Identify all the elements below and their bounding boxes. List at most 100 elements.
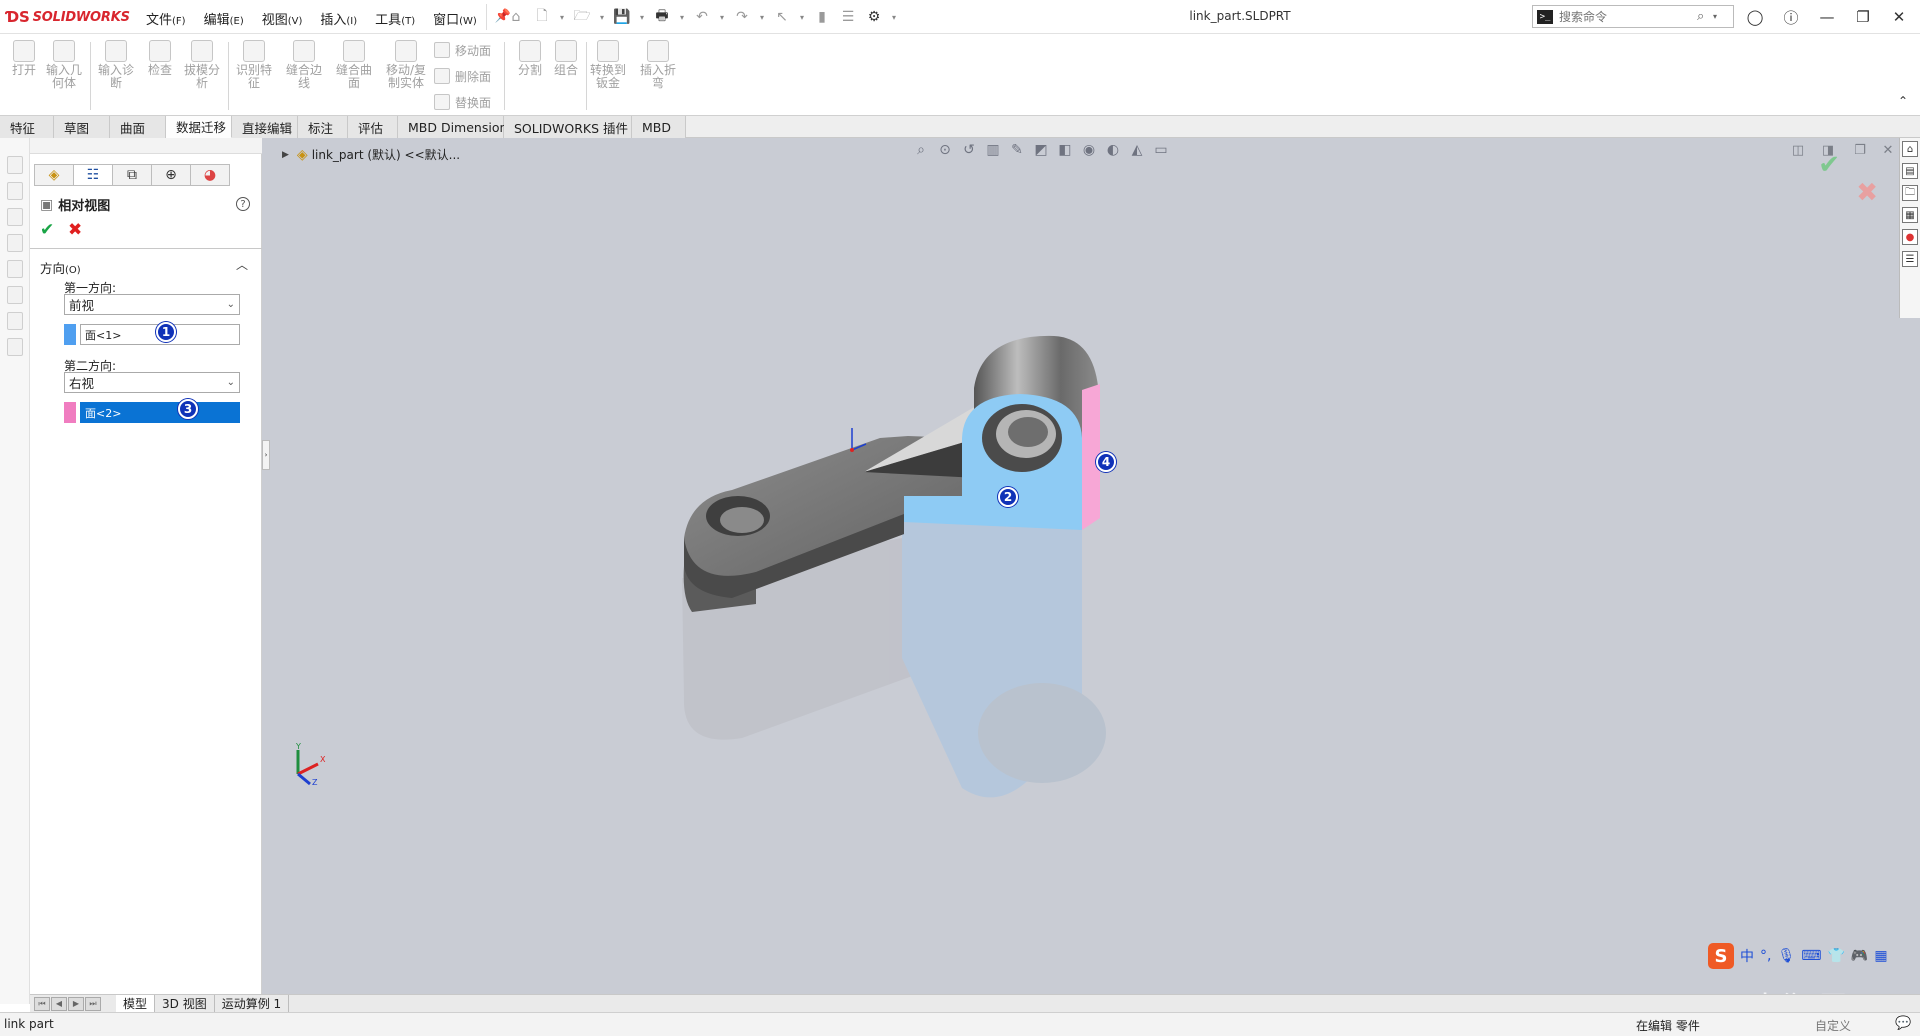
next-tab-icon[interactable]: ▶ [68,996,84,1011]
recognize-features-button[interactable]: 识别特征 [234,40,274,114]
gamepad-icon[interactable]: 🎮 [1851,948,1868,964]
move-face-button[interactable]: 移动面 [434,40,491,60]
design-library-icon[interactable]: ▤ [1902,163,1918,179]
language-toggle[interactable]: 中 [1740,946,1754,966]
tab-evaluate[interactable]: 评估 [348,116,398,138]
tool-icon[interactable] [7,208,23,226]
chevron-down-icon[interactable]: ▾ [1713,12,1729,21]
file-explorer-icon[interactable]: 🗀 [1902,185,1918,201]
chat-bubble-icon[interactable]: 💬 [1895,1016,1911,1031]
delete-face-button[interactable]: 删除面 [434,66,491,86]
keyboard-icon[interactable]: ⌨ [1801,948,1821,964]
cancel-button[interactable]: ✖ [68,220,82,240]
view-palette-icon[interactable]: ▦ [1902,207,1918,223]
menu-tools[interactable]: 工具(T) [367,6,423,28]
dimxpert-manager-tab[interactable]: ⊕ [151,164,191,186]
file-properties-icon[interactable]: ☰ [838,7,858,27]
menu-edit[interactable]: 编辑(E) [196,6,252,28]
direction-section-header[interactable]: 方向(O) [40,258,81,277]
check-button[interactable]: 检查 [140,40,180,114]
menu-file[interactable]: 文件(F) [138,6,194,28]
search-icon[interactable]: ⌕ [1697,9,1713,24]
chevron-down-icon[interactable]: ▾ [758,7,766,27]
knit-surface-button[interactable]: 缝合曲面 [334,40,374,114]
appearances-icon[interactable]: ● [1902,229,1918,245]
tool-icon[interactable] [7,338,23,356]
tool-icon[interactable] [7,286,23,304]
replace-face-button[interactable]: 替换面 [434,92,491,112]
select-cursor-icon[interactable]: ↖ [772,7,792,27]
rebuild-icon[interactable]: ▮ [812,7,832,27]
skin-icon[interactable]: 👕 [1827,948,1844,964]
tab-solidworks-addins[interactable]: SOLIDWORKS 插件 [504,116,632,138]
prev-tab-icon[interactable]: ◀ [51,996,67,1011]
solidworks-logo[interactable]: ƊS SOLIDWORKS [6,7,130,27]
tab-features[interactable]: 特征 [0,116,54,138]
new-document-icon[interactable]: 🗋 [532,7,552,27]
microphone-icon[interactable]: 🎙 [1777,948,1795,964]
tool-icon[interactable] [7,260,23,278]
chevron-down-icon[interactable]: ▾ [798,7,806,27]
import-diagnostics-button[interactable]: 输入诊断 [96,40,136,114]
tab-model[interactable]: 模型 [116,994,156,1013]
graphics-area[interactable]: ▶ ◈ link_part (默认) <<默认... ⌕ ⊙ ↺ ▥ ✎ ◩ ◧… [262,138,1920,1004]
undo-icon[interactable]: ↶ [692,7,712,27]
chevron-down-icon[interactable]: ▾ [718,7,726,27]
second-direction-select[interactable]: 右视 ⌄ [64,372,240,393]
display-manager-tab[interactable]: ◕ [190,164,230,186]
tab-surfaces[interactable]: 曲面 [110,116,166,138]
chevron-down-icon[interactable]: ▾ [558,7,566,27]
user-account-icon[interactable]: ◯ [1738,4,1772,30]
tab-mbd[interactable]: MBD [632,116,686,138]
tab-3d-view[interactable]: 3D 视图 [155,994,215,1013]
minimize-button[interactable]: — [1810,4,1844,30]
search-command-box[interactable]: >_ ⌕ ▾ [1532,5,1734,28]
tab-mbd-dimensions[interactable]: MBD Dimensions [398,116,514,138]
import-geometry-button[interactable]: 输入几何体 [44,40,84,114]
convert-to-sheet-metal-button[interactable]: 转换到钣金 [586,40,630,114]
first-tab-icon[interactable]: ⏮ [34,996,50,1011]
feature-manager-tab[interactable]: ◈ [34,164,74,186]
toolbox-grid-icon[interactable]: ▦ [1874,948,1887,964]
tab-motion-study[interactable]: 运动算例 1 [215,994,290,1013]
tool-icon[interactable] [7,234,23,252]
last-tab-icon[interactable]: ⏭ [85,996,101,1011]
sogou-logo-icon[interactable]: S [1708,943,1734,969]
chevron-down-icon[interactable]: ▾ [890,7,898,27]
ok-button[interactable]: ✔ [40,220,54,240]
first-direction-select[interactable]: 前视 ⌄ [64,294,240,315]
options-gear-icon[interactable]: ⚙ [864,7,884,27]
tool-icon[interactable] [7,182,23,200]
open-button[interactable]: 打开 [4,40,44,114]
save-icon[interactable]: 💾 [612,7,632,27]
print-icon[interactable]: 🖶 [652,7,672,27]
chevron-down-icon[interactable]: ▾ [598,7,606,27]
move-copy-body-button[interactable]: 移动/复制实体 [384,40,428,114]
tool-icon[interactable] [7,312,23,330]
home-icon[interactable]: ⌂ [506,7,526,27]
tab-direct-editing[interactable]: 直接编辑 [232,116,298,138]
chevron-down-icon[interactable]: ▾ [638,7,646,27]
menu-window[interactable]: 窗口(W) [425,6,485,28]
collapse-ribbon-icon[interactable]: ⌃ [1898,94,1908,108]
tool-icon[interactable] [7,156,23,174]
restore-button[interactable]: ❐ [1846,4,1880,30]
collapse-section-icon[interactable]: ︿ [236,256,248,273]
knit-edges-button[interactable]: 缝合边线 [284,40,324,114]
status-custom-units[interactable]: 自定义 [1815,1017,1851,1034]
property-manager-tab[interactable]: ☷ [73,164,113,186]
tab-data-migration[interactable]: 数据迁移 [166,116,232,138]
search-input[interactable] [1557,8,1697,25]
split-button[interactable]: 分割 [510,40,550,114]
help-icon[interactable]: ? [236,197,250,211]
part-model[interactable] [262,138,1920,1004]
close-window-button[interactable]: ✕ [1882,4,1916,30]
combine-button[interactable]: 组合 [546,40,586,114]
punctuation-toggle[interactable]: °, [1760,948,1771,964]
chevron-down-icon[interactable]: ▾ [678,7,686,27]
configuration-manager-tab[interactable]: ⧉ [112,164,152,186]
panel-expand-handle[interactable]: › [262,440,270,470]
draft-analysis-button[interactable]: 拔模分析 [182,40,222,114]
resources-home-icon[interactable]: ⌂ [1902,141,1918,157]
help-icon[interactable]: ⓘ [1774,4,1808,30]
